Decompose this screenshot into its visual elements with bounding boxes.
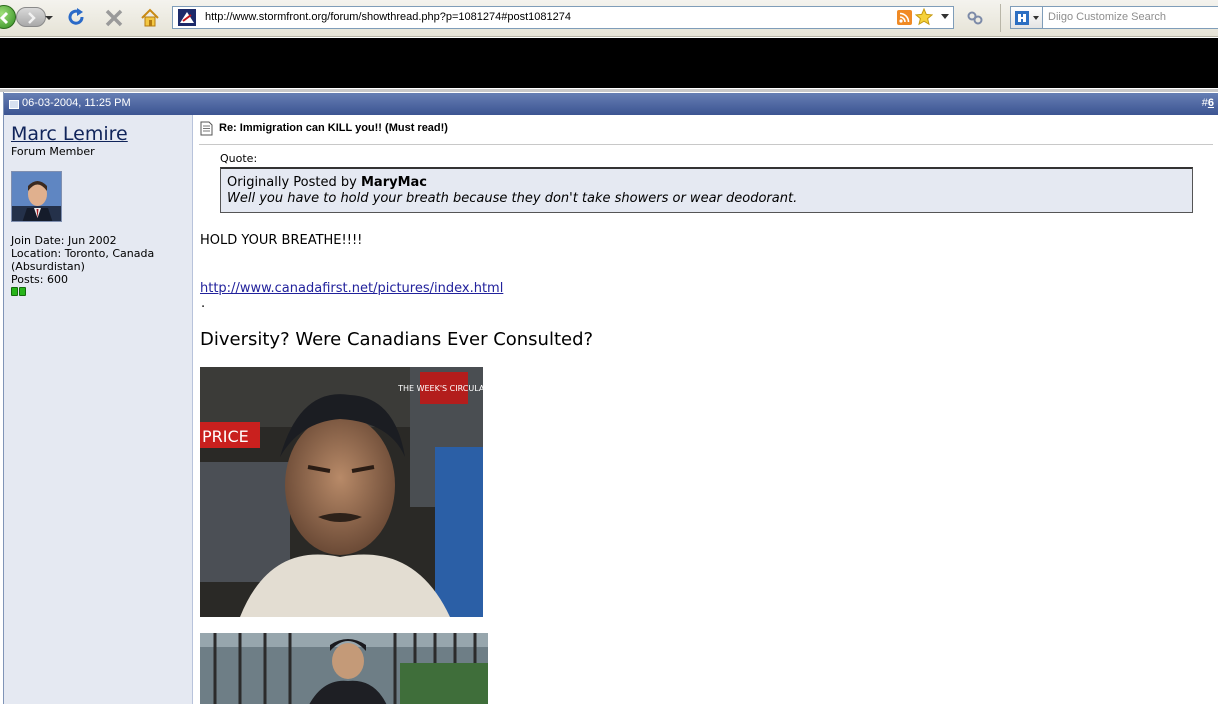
forward-button[interactable]	[16, 7, 46, 27]
extension-icon[interactable]	[966, 9, 984, 27]
document-icon	[200, 121, 213, 136]
join-date: Join Date: Jun 2002	[11, 234, 117, 247]
reputation-pip-icon	[11, 287, 18, 296]
post-content: Re: Immigration can KILL you!! (Must rea…	[194, 115, 1218, 704]
avatar[interactable]	[11, 171, 62, 222]
username-link[interactable]: Marc Lemire	[11, 123, 128, 145]
post-date: 06-03-2004, 11:25 PM	[22, 97, 131, 109]
quote-label: Quote:	[220, 152, 258, 165]
site-favicon-icon	[178, 9, 196, 26]
user-location: Location: Toronto, Canada (Absurdistan)	[11, 247, 155, 273]
post-title: Re: Immigration can KILL you!! (Must rea…	[219, 122, 448, 134]
post-number-link[interactable]: 6	[1208, 97, 1214, 109]
history-dropdown-icon[interactable]	[44, 13, 54, 23]
user-info-panel: Marc Lemire Forum Member Join Date: Jun …	[4, 115, 193, 704]
user-details: Join Date: Jun 2002 Location: Toronto, C…	[11, 234, 189, 286]
quote-attribution: Originally Posted by MaryMac	[227, 175, 1192, 190]
post-count: Posts: 600	[11, 273, 68, 286]
reputation-indicator[interactable]	[11, 285, 27, 299]
quote-block: Originally Posted by MaryMac Well you ha…	[220, 167, 1193, 213]
post-dot: .	[201, 296, 206, 311]
address-dropdown-icon[interactable]	[941, 14, 949, 20]
post-photo[interactable]: THE WEEK'S CIRCULAR PRICE	[200, 367, 483, 617]
diigo-icon	[1015, 11, 1039, 25]
search-engine-selector[interactable]	[1010, 6, 1042, 29]
rss-feed-icon[interactable]	[897, 10, 912, 25]
search-input[interactable]: Diigo Customize Search	[1042, 6, 1218, 29]
post-status-icon	[9, 100, 19, 109]
reload-icon[interactable]	[67, 8, 87, 28]
address-bar[interactable]: http://www.stormfront.org/forum/showthre…	[172, 6, 954, 29]
stop-icon[interactable]	[104, 8, 124, 28]
title-divider	[199, 144, 1213, 145]
address-url[interactable]: http://www.stormfront.org/forum/showthre…	[205, 11, 571, 23]
post-header: 06-03-2004, 11:25 PM #6	[4, 93, 1218, 115]
user-title: Forum Member	[11, 145, 95, 158]
toolbar-separator	[1000, 4, 1001, 32]
external-link[interactable]: http://www.canadafirst.net/pictures/inde…	[200, 281, 503, 296]
photo-sign-price: PRICE	[202, 427, 249, 446]
browser-toolbar: http://www.stormfront.org/forum/showthre…	[0, 0, 1218, 37]
post-heading: Diversity? Were Canadians Ever Consulted…	[200, 329, 594, 350]
photo-sign-top: THE WEEK'S CIRCULAR	[397, 384, 483, 393]
back-arrow-icon	[0, 11, 9, 25]
site-banner	[0, 38, 1218, 88]
quote-attribution-prefix: Originally Posted by	[227, 175, 357, 190]
reputation-pip-icon	[19, 287, 26, 296]
post-photo-2[interactable]	[200, 633, 488, 704]
home-icon[interactable]	[140, 8, 160, 28]
bookmark-star-icon[interactable]	[915, 8, 933, 26]
quote-author: MaryMac	[360, 175, 427, 190]
quote-text: Well you have to hold your breath becaus…	[227, 191, 798, 206]
post-number: #6	[1202, 97, 1214, 109]
forum-post: 06-03-2004, 11:25 PM #6 Marc Lemire Foru…	[3, 92, 1218, 704]
forward-arrow-icon	[28, 12, 36, 24]
post-body-text: HOLD YOUR BREATHE!!!!	[200, 233, 363, 248]
back-button[interactable]	[0, 5, 16, 29]
